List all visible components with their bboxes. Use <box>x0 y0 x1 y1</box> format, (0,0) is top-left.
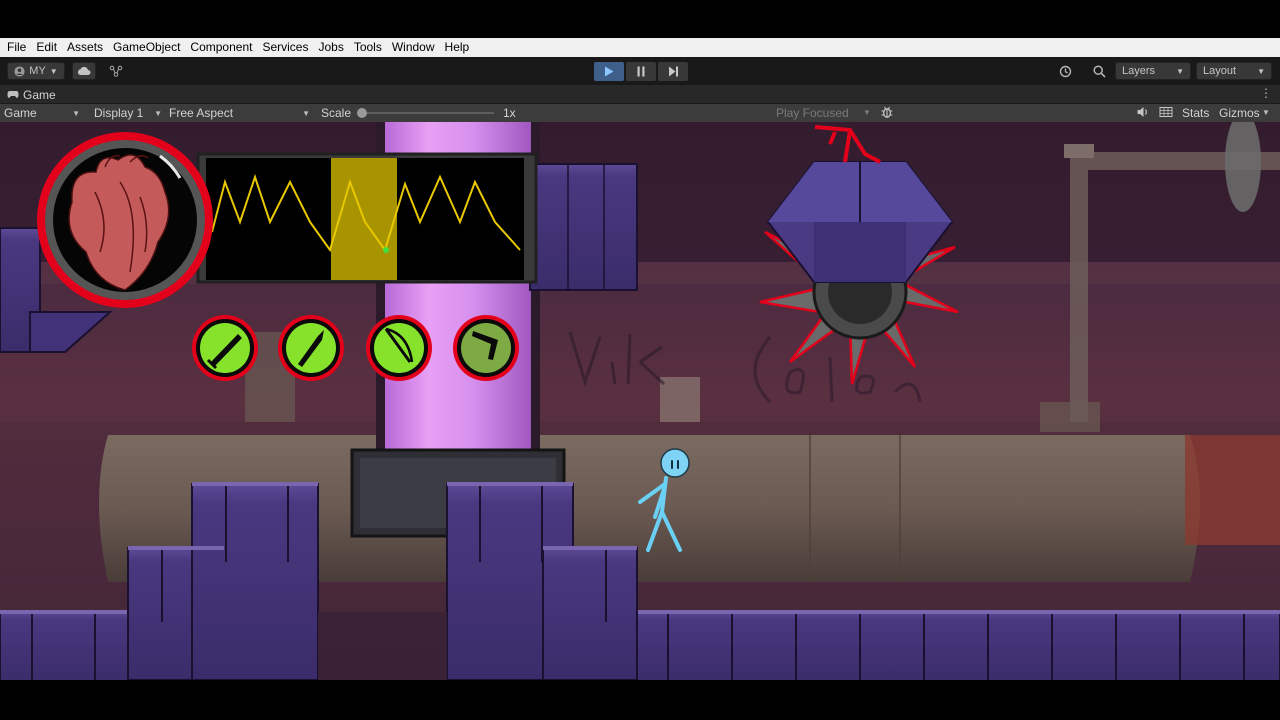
account-label: MY <box>29 65 46 77</box>
view-dropdown[interactable]: Game ▼ <box>0 104 84 122</box>
step-icon <box>668 66 678 77</box>
tab-game-label: Game <box>23 87 56 102</box>
step-button[interactable] <box>658 62 688 81</box>
heart-health-icon <box>37 132 213 308</box>
pause-button[interactable] <box>626 62 656 81</box>
scale-slider-handle[interactable] <box>357 108 367 118</box>
cloud-button[interactable] <box>72 62 96 80</box>
menu-bar: File Edit Assets GameObject Component Se… <box>0 38 1280 57</box>
chevron-down-icon: ▼ <box>1262 108 1270 117</box>
menu-services[interactable]: Services <box>257 38 313 57</box>
menu-component[interactable]: Component <box>185 38 257 57</box>
grid-icon[interactable] <box>1159 105 1173 119</box>
game-view-controls: Game ▼ Display 1 ▼ Free Aspect ▼ Scale 1… <box>0 104 1280 122</box>
bug-icon[interactable] <box>880 105 894 119</box>
scale-label: Scale <box>321 106 352 120</box>
kebab-menu-icon[interactable]: ⋮ <box>1260 86 1272 100</box>
search-icon <box>1092 64 1106 78</box>
layers-label: Layers <box>1122 65 1156 77</box>
gamepad-icon <box>7 91 19 98</box>
undo-history-button[interactable] <box>1052 62 1078 80</box>
collab-icon <box>109 65 123 77</box>
tab-game[interactable]: Game <box>0 85 56 104</box>
main-toolbar: MY ▼ Layers ▼ Layout ▼ <box>0 57 1280 85</box>
sword-icon[interactable] <box>192 315 258 381</box>
chevron-down-icon: ▼ <box>49 66 58 76</box>
play-icon <box>605 66 614 77</box>
stats-button[interactable]: Stats <box>1182 106 1209 120</box>
account-icon <box>14 65 25 77</box>
playmode-controls <box>594 62 688 81</box>
display-dropdown[interactable]: Display 1 ▼ <box>90 104 166 122</box>
chevron-down-icon: ▼ <box>1176 66 1184 76</box>
game-scene <box>0 122 1280 680</box>
account-dropdown[interactable]: MY ▼ <box>7 62 65 80</box>
display-label: Display 1 <box>94 106 144 120</box>
collab-button[interactable] <box>104 62 128 80</box>
boomerang-icon[interactable] <box>453 315 519 381</box>
menu-gameobject[interactable]: GameObject <box>108 38 185 57</box>
audio-icon[interactable] <box>1136 105 1150 119</box>
tab-bar: Game ⋮ <box>0 85 1280 104</box>
menu-tools[interactable]: Tools <box>349 38 387 57</box>
heart-monitor-hud <box>196 152 538 284</box>
menu-edit[interactable]: Edit <box>31 38 62 57</box>
gizmos-dropdown[interactable]: Gizmos <box>1219 106 1260 120</box>
search-button[interactable] <box>1086 62 1112 80</box>
scale-value: 1x <box>503 106 516 120</box>
cloud-icon <box>77 66 91 75</box>
letterbox-top <box>0 0 1280 38</box>
menu-assets[interactable]: Assets <box>62 38 108 57</box>
chevron-down-icon: ▼ <box>1257 66 1265 76</box>
letterbox-bottom <box>0 680 1280 720</box>
aspect-dropdown[interactable]: Free Aspect ▼ <box>165 104 314 122</box>
menu-window[interactable]: Window <box>387 38 440 57</box>
chevron-down-icon: ▼ <box>863 108 871 117</box>
chevron-down-icon: ▼ <box>72 108 80 118</box>
history-icon <box>1059 65 1071 77</box>
view-label: Game <box>4 106 37 120</box>
scale-slider-track[interactable] <box>362 112 494 114</box>
layers-dropdown[interactable]: Layers ▼ <box>1115 62 1191 80</box>
menu-help[interactable]: Help <box>440 38 475 57</box>
layout-label: Layout <box>1203 65 1237 77</box>
menu-jobs[interactable]: Jobs <box>313 38 348 57</box>
aspect-label: Free Aspect <box>169 106 234 120</box>
dagger-icon[interactable] <box>278 315 344 381</box>
layout-dropdown[interactable]: Layout ▼ <box>1196 62 1272 80</box>
pause-icon <box>637 66 645 77</box>
chevron-down-icon: ▼ <box>302 108 310 118</box>
bow-icon[interactable] <box>366 315 432 381</box>
chevron-down-icon: ▼ <box>154 108 162 118</box>
play-button[interactable] <box>594 62 624 81</box>
game-viewport[interactable] <box>0 122 1280 680</box>
menu-file[interactable]: File <box>2 38 31 57</box>
play-focused-dropdown[interactable]: Play Focused <box>776 106 849 120</box>
